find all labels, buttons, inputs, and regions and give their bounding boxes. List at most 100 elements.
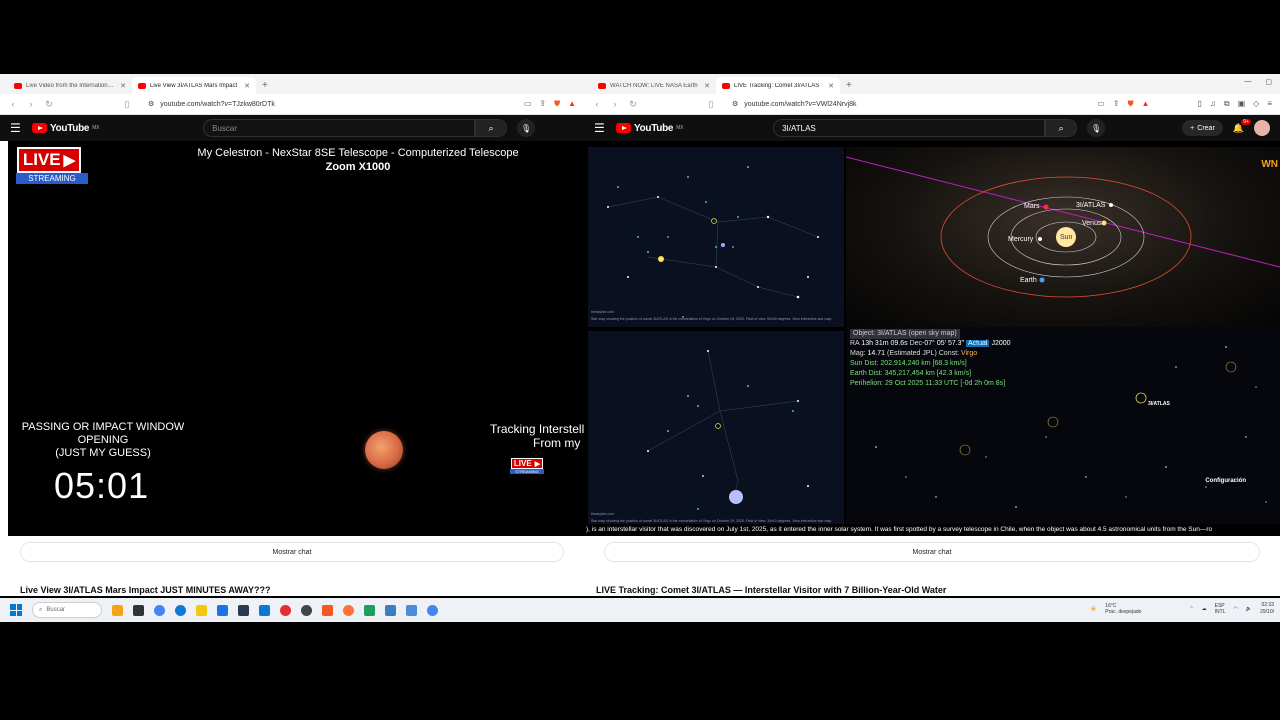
left-tab-strip: Live Video from the International Sp ✕ L…	[0, 74, 584, 94]
chrome-icon[interactable]	[154, 604, 165, 616]
bookmark-icon[interactable]: ▯	[122, 99, 132, 110]
youtube-logo[interactable]: YouTube MX	[32, 123, 99, 134]
weather-widget[interactable]: 16°C Prac. despejado	[1105, 603, 1141, 615]
show-chat-button[interactable]: Mostrar chat	[604, 542, 1260, 562]
object-line[interactable]: Object: 3I/ATLAS (open sky map)	[850, 329, 960, 339]
volume-icon[interactable]: 🔈	[1246, 606, 1252, 612]
video-title: Live View 3I/ATLAS Mars Impact JUST MINU…	[20, 585, 271, 595]
share-icon[interactable]: ⇪	[539, 99, 546, 109]
window-controls: — ▢	[1244, 78, 1272, 86]
notifications-button[interactable]: 🔔 9+	[1233, 118, 1251, 134]
create-button[interactable]: + Crear	[1182, 120, 1223, 136]
onedrive-icon[interactable]: ☁	[1202, 606, 1207, 612]
left-tab-2[interactable]: Live View 3I/ATLAS Mars Impact ✕	[132, 77, 256, 94]
mail-icon[interactable]	[259, 604, 270, 616]
maximize-icon[interactable]: ▢	[1265, 78, 1272, 86]
wifi-icon[interactable]: ◠	[1233, 606, 1237, 612]
media-player-icon[interactable]	[280, 604, 291, 616]
menu-icon[interactable]: ☰	[594, 121, 606, 135]
clock[interactable]: 02:33 29/10/	[1260, 602, 1274, 616]
sidebar-icon[interactable]: ▯	[1197, 99, 1201, 109]
right-video-player[interactable]: theskylive.com Star map showing the posi…	[584, 141, 1280, 536]
search-input[interactable]: Buscar	[203, 119, 476, 137]
address-bar[interactable]: ⚙ youtube.com/watch?v=TJzkw80rDTk	[140, 97, 516, 112]
close-tab-icon[interactable]: ✕	[828, 82, 834, 90]
edge-icon[interactable]	[175, 604, 186, 616]
atlas-label: 3I/ATLAS	[1076, 202, 1106, 209]
back-icon[interactable]: ‹	[8, 99, 18, 109]
photos-icon[interactable]	[385, 604, 396, 616]
site-info-icon[interactable]: ⚙	[148, 100, 154, 108]
avatar[interactable]	[1254, 120, 1270, 136]
back-icon[interactable]: ‹	[592, 99, 602, 109]
site-info-icon[interactable]: ⚙	[732, 100, 738, 108]
close-tab-icon[interactable]: ✕	[244, 82, 250, 90]
search-icon: ⌕	[488, 122, 494, 133]
chrome-profile-icon[interactable]	[427, 604, 438, 616]
youtube-favicon-icon	[722, 82, 730, 89]
app-icon[interactable]	[238, 604, 249, 616]
left-tab-1[interactable]: Live Video from the International Sp ✕	[8, 77, 132, 94]
firefox-icon[interactable]	[343, 604, 354, 616]
settings-icon[interactable]: ≡	[1267, 99, 1272, 109]
terminal-icon[interactable]	[406, 604, 417, 616]
forward-icon[interactable]: ›	[26, 99, 36, 109]
right-tab-1[interactable]: WATCH NOW: LIVE NASA Earth ✕	[592, 77, 716, 94]
minimize-icon[interactable]: —	[1244, 78, 1251, 86]
sun-dist-value: 202,914,240 km [68.3 km/s]	[880, 360, 967, 367]
reload-icon[interactable]: ↻	[44, 99, 54, 110]
menu-icon[interactable]: ☰	[10, 121, 22, 135]
new-tab-button[interactable]: +	[256, 77, 274, 94]
forward-icon[interactable]: ›	[610, 99, 620, 109]
dell-icon[interactable]	[301, 604, 312, 616]
perihelion-value: 29 Oct 2025 11:33 UTC [-0d 2h 0m 8s]	[885, 380, 1006, 387]
tab-label: Live View 3I/ATLAS Mars Impact	[150, 82, 238, 89]
left-video-player[interactable]: LIVE ▶ STREAMING My Celestron - NexStar …	[8, 141, 584, 536]
file-explorer-icon[interactable]	[196, 604, 207, 616]
cast-icon[interactable]: ▭	[524, 99, 532, 109]
reload-icon[interactable]: ↻	[628, 99, 638, 110]
close-tab-icon[interactable]: ✕	[704, 82, 710, 90]
epoch-tag[interactable]: Actual	[966, 340, 990, 347]
starmap-zoom	[647, 350, 809, 510]
starmap-wide-panel: theskylive.com Star map showing the posi…	[588, 147, 844, 327]
mag-value: 14.71	[867, 350, 886, 357]
vpn-icon[interactable]: ◇	[1253, 99, 1259, 109]
windows-start-icon[interactable]	[10, 604, 22, 616]
task-view-icon[interactable]	[133, 604, 144, 616]
sun-marker-icon	[658, 256, 664, 262]
wallet-icon[interactable]: ▣	[1238, 99, 1246, 109]
right-tab-2[interactable]: LIVE Tracking: Comet 3I/ATLAS ✕	[716, 77, 840, 94]
show-chat-button[interactable]: Mostrar chat	[20, 542, 564, 562]
search-input[interactable]: 3I/ATLAS	[773, 119, 1046, 137]
close-tab-icon[interactable]: ✕	[120, 82, 126, 90]
search-button[interactable]: ⌕	[1045, 119, 1078, 137]
bookmark-icon[interactable]: ▯	[706, 99, 716, 110]
live-label-box: LIVE ▶	[16, 147, 82, 173]
rewards-icon[interactable]: ▲	[568, 99, 576, 109]
cast-icon[interactable]: ▭	[1097, 99, 1105, 109]
widgets-icon[interactable]	[112, 604, 123, 616]
language-indicator[interactable]: ESP INTL	[1215, 603, 1226, 615]
media-icon[interactable]: ♫	[1210, 99, 1216, 109]
store-icon[interactable]	[217, 604, 228, 616]
address-bar[interactable]: ⚙ youtube.com/watch?v=VWl24Nrvj8k	[724, 97, 1089, 112]
share-icon[interactable]: ⇪	[1113, 99, 1120, 109]
extensions-icon[interactable]: ⧉	[1224, 99, 1230, 109]
mic-icon: 🎙	[1091, 123, 1102, 133]
voice-search-button[interactable]: 🎙	[1087, 119, 1106, 137]
config-label[interactable]: Configuración	[1205, 478, 1246, 484]
chevron-up-icon[interactable]: ⌃	[1189, 606, 1193, 612]
brave-shield-icon[interactable]: ⛊	[554, 99, 560, 109]
brave-icon[interactable]	[322, 604, 333, 616]
brave-shield-icon[interactable]: ⛊	[1128, 99, 1134, 109]
excel-icon[interactable]	[364, 604, 375, 616]
youtube-logo[interactable]: YouTube MX	[616, 123, 683, 134]
taskbar-search[interactable]: ⌕ Buscar	[32, 602, 102, 618]
url-text: youtube.com/watch?v=TJzkw80rDTk	[160, 100, 275, 108]
search-button[interactable]: ⌕	[475, 119, 508, 137]
voice-search-button[interactable]: 🎙	[517, 119, 536, 137]
object-info-box: Object: 3I/ATLAS (open sky map) RA 13h 3…	[850, 329, 1011, 389]
new-tab-button[interactable]: +	[840, 77, 858, 94]
rewards-icon[interactable]: ▲	[1142, 99, 1150, 109]
